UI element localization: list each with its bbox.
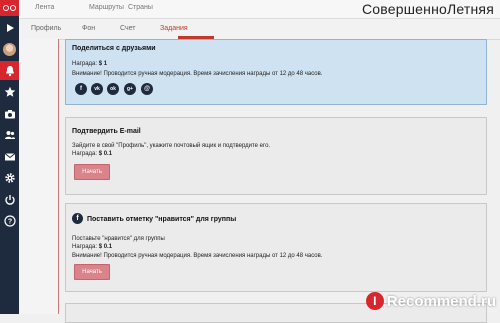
task-title: Поделиться с друзьями (72, 45, 156, 52)
task-card-email: Подтвердить E-mail Зайдите в свой "Профи… (65, 117, 487, 195)
nav-countries[interactable]: Страны (128, 4, 153, 11)
reward-line: Награда: $ 1 (72, 61, 108, 67)
star-icon[interactable] (0, 82, 19, 101)
task-title: Поставить отметку "нравится" для группы (87, 216, 237, 223)
profile-tabs: Профиль Фон Счет Задания (19, 19, 500, 40)
play-icon[interactable] (0, 18, 19, 37)
power-icon[interactable] (0, 190, 19, 209)
task-card-share: Поделиться с друзьями Награда: $ 1 Внима… (65, 39, 487, 105)
camera-icon[interactable] (0, 104, 19, 123)
nav-feed[interactable]: Лента (35, 4, 54, 11)
nav-routes[interactable]: Маршруты (89, 4, 124, 11)
email-icon[interactable]: @ (141, 83, 153, 95)
bell-icon[interactable] (0, 61, 19, 80)
moderation-note: Внимание! Проводится ручная модерация. В… (72, 71, 323, 77)
site-title: СовершенноЛетняя (361, 1, 494, 17)
task-card-like: f Поставить отметку "нравится" для групп… (65, 203, 487, 292)
svg-text:?: ? (7, 218, 11, 225)
task-description: Зайдите в свой "Профиль", укажите почтов… (72, 143, 271, 149)
divider (58, 39, 59, 314)
gear-icon[interactable] (0, 168, 19, 187)
google-plus-icon[interactable]: g+ (124, 83, 136, 95)
help-icon[interactable]: ? (0, 211, 19, 230)
watermark-text: Recommend.ru (386, 292, 496, 310)
tab-profile[interactable]: Профиль (31, 25, 61, 32)
moderation-note: Внимание! Проводится ручная модерация. В… (72, 253, 323, 259)
task-description: Поставьте "нравится" для группы (72, 236, 165, 242)
start-button[interactable]: Начать (74, 164, 110, 180)
irecommend-logo-icon: I (365, 292, 384, 310)
sidebar: ? (0, 0, 19, 314)
tab-background[interactable]: Фон (82, 25, 95, 32)
vk-icon[interactable]: vk (91, 83, 103, 95)
mail-icon[interactable] (0, 147, 19, 166)
content-gutter (19, 39, 58, 314)
avatar[interactable] (0, 40, 19, 59)
users-icon[interactable] (0, 125, 19, 144)
reward-line: Награда: $ 0.1 (72, 244, 113, 250)
tab-account[interactable]: Счет (120, 25, 136, 32)
task-title: Подтвердить E-mail (72, 128, 141, 135)
reward-line: Награда: $ 0.1 (72, 151, 113, 157)
logo-icon[interactable] (0, 0, 19, 16)
start-button[interactable]: Начать (74, 264, 110, 280)
irecommend-watermark: I Recommend.ru (365, 292, 496, 310)
odnoklassniki-icon[interactable]: ok (107, 83, 119, 95)
facebook-icon[interactable]: f (75, 83, 87, 95)
top-navigation: Лента Маршруты Страны СовершенноЛетняя (19, 0, 500, 19)
facebook-icon: f (72, 213, 83, 224)
tab-tasks[interactable]: Задания (160, 25, 188, 32)
